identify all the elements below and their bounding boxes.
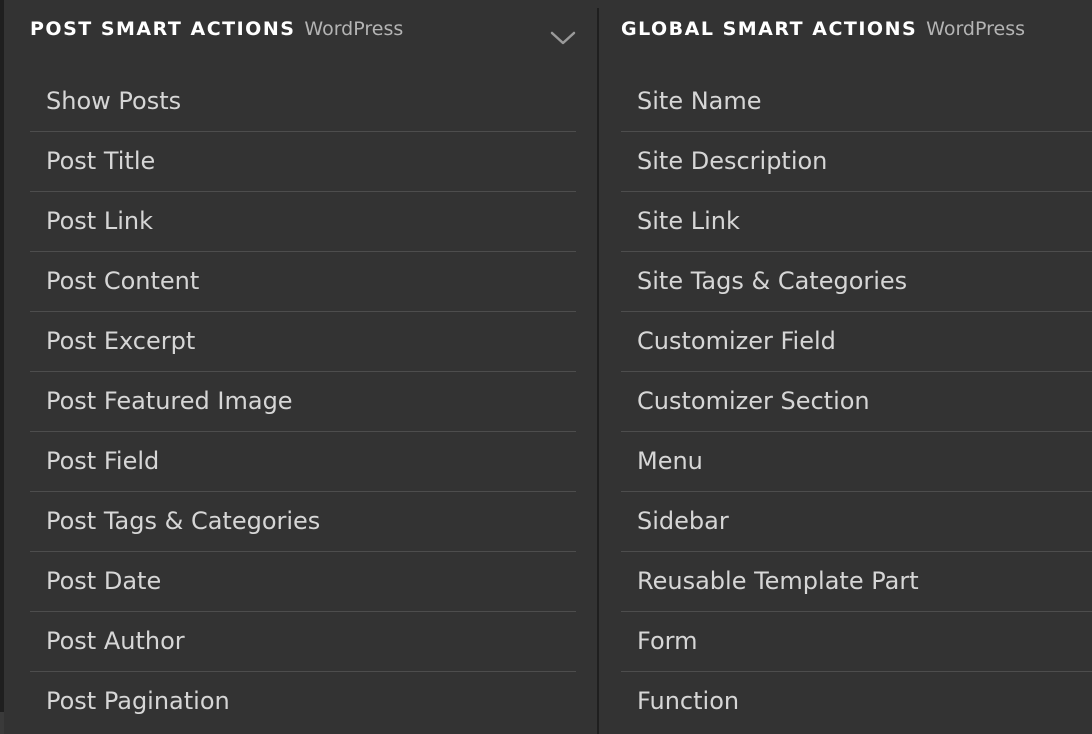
- list-item-label: Post Date: [46, 566, 162, 595]
- list-item-menu[interactable]: Menu: [621, 431, 1092, 491]
- list-item-function[interactable]: Function: [621, 671, 1092, 731]
- list-item-post-tags-categories[interactable]: Post Tags & Categories: [30, 491, 576, 551]
- post-smart-actions-panel: POST SMART ACTIONS WordPress Show Posts …: [30, 0, 576, 731]
- list-item-post-pagination[interactable]: Post Pagination: [30, 671, 576, 731]
- window-left-edge: [0, 0, 4, 734]
- list-item-label: Customizer Section: [637, 386, 870, 415]
- list-item-label: Show Posts: [46, 86, 182, 115]
- list-item-label: Reusable Template Part: [637, 566, 919, 595]
- list-item-form[interactable]: Form: [621, 611, 1092, 671]
- list-item-site-description[interactable]: Site Description: [621, 131, 1092, 191]
- list-item-site-tags-categories[interactable]: Site Tags & Categories: [621, 251, 1092, 311]
- list-item-label: Post Excerpt: [46, 326, 196, 355]
- list-item-post-author[interactable]: Post Author: [30, 611, 576, 671]
- list-item-site-name[interactable]: Site Name: [621, 72, 1092, 131]
- chevron-down-icon[interactable]: [550, 30, 576, 46]
- list-item-customizer-field[interactable]: Customizer Field: [621, 311, 1092, 371]
- list-item-label: Site Tags & Categories: [637, 266, 908, 295]
- list-item-label: Post Field: [46, 446, 160, 475]
- global-smart-actions-header[interactable]: GLOBAL SMART ACTIONS WordPress: [621, 0, 1092, 72]
- list-item-post-excerpt[interactable]: Post Excerpt: [30, 311, 576, 371]
- global-smart-actions-title: GLOBAL SMART ACTIONS: [621, 17, 918, 40]
- list-item-label: Form: [637, 626, 698, 655]
- list-item-label: Post Pagination: [46, 686, 230, 715]
- list-item-label: Post Featured Image: [46, 386, 293, 415]
- list-item-post-featured-image[interactable]: Post Featured Image: [30, 371, 576, 431]
- post-smart-actions-list: Show Posts Post Title Post Link Post Con…: [30, 72, 576, 731]
- list-item-label: Function: [637, 686, 740, 715]
- list-item-post-link[interactable]: Post Link: [30, 191, 576, 251]
- list-item-post-field[interactable]: Post Field: [30, 431, 576, 491]
- list-item-label: Post Content: [46, 266, 200, 295]
- window-left-edge-corner: [0, 712, 4, 734]
- list-item-label: Menu: [637, 446, 703, 475]
- list-item-label: Customizer Field: [637, 326, 836, 355]
- list-item-sidebar[interactable]: Sidebar: [621, 491, 1092, 551]
- list-item-label: Post Tags & Categories: [46, 506, 321, 535]
- list-item-show-posts[interactable]: Show Posts: [30, 72, 576, 131]
- column-divider: [597, 8, 599, 734]
- post-smart-actions-title: POST SMART ACTIONS: [30, 17, 296, 40]
- list-item-label: Post Author: [46, 626, 185, 655]
- list-item-customizer-section[interactable]: Customizer Section: [621, 371, 1092, 431]
- list-item-post-title[interactable]: Post Title: [30, 131, 576, 191]
- post-smart-actions-source: WordPress: [304, 17, 404, 40]
- list-item-post-date[interactable]: Post Date: [30, 551, 576, 611]
- list-item-label: Sidebar: [637, 506, 729, 535]
- list-item-site-link[interactable]: Site Link: [621, 191, 1092, 251]
- global-smart-actions-source: WordPress: [926, 17, 1025, 40]
- global-smart-actions-list: Site Name Site Description Site Link Sit…: [621, 72, 1092, 731]
- list-item-label: Post Link: [46, 206, 153, 235]
- global-smart-actions-panel: GLOBAL SMART ACTIONS WordPress Site Name…: [621, 0, 1092, 731]
- list-item-label: Site Description: [637, 146, 828, 175]
- post-smart-actions-header[interactable]: POST SMART ACTIONS WordPress: [30, 0, 576, 72]
- list-item-label: Post Title: [46, 146, 156, 175]
- list-item-post-content[interactable]: Post Content: [30, 251, 576, 311]
- list-item-reusable-template-part[interactable]: Reusable Template Part: [621, 551, 1092, 611]
- list-item-label: Site Name: [637, 86, 762, 115]
- list-item-label: Site Link: [637, 206, 740, 235]
